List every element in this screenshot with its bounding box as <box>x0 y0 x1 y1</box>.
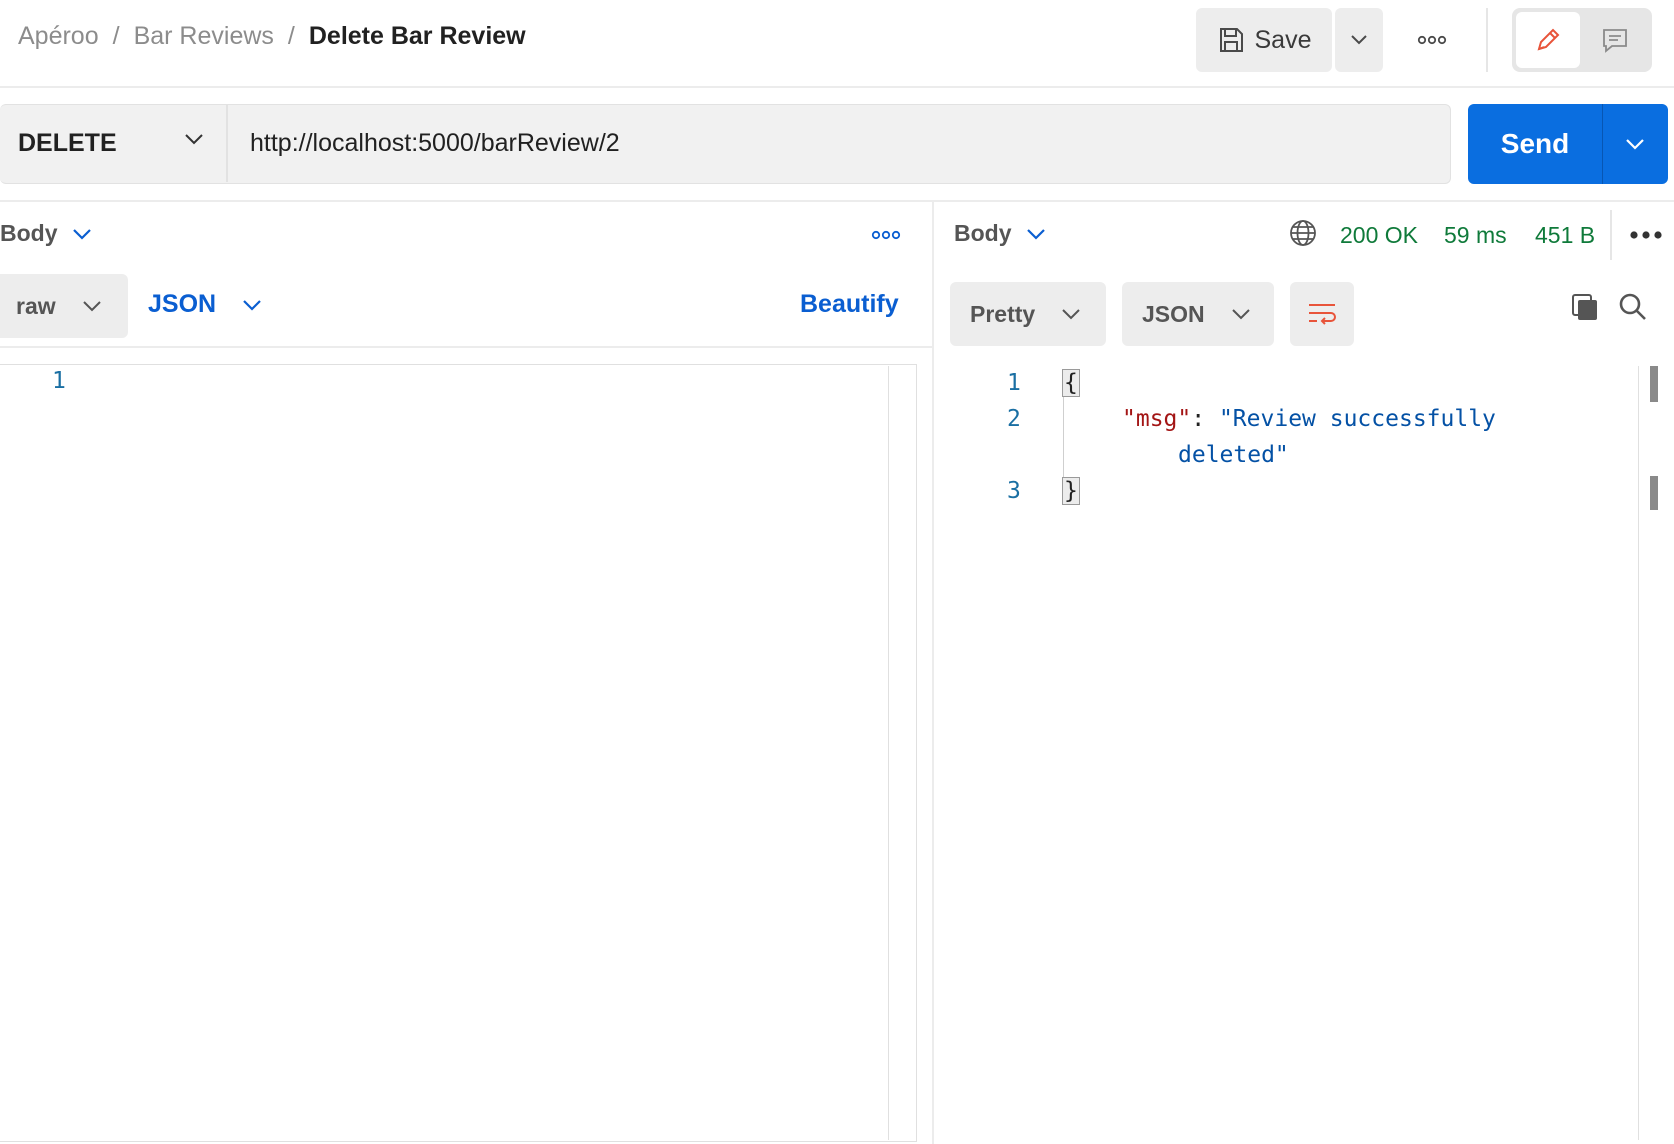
wrap-lines-icon <box>1306 300 1338 328</box>
chevron-down-icon <box>184 132 204 146</box>
request-body-label: Body <box>0 220 58 246</box>
request-body-more-button[interactable] <box>864 220 908 250</box>
chevron-down-icon <box>82 299 102 313</box>
line-number: 1 <box>52 368 66 394</box>
response-more-button[interactable] <box>1628 220 1664 250</box>
chevron-down-icon <box>1061 307 1081 321</box>
json-colon: : <box>1191 406 1219 432</box>
method-select[interactable]: DELETE <box>0 104 226 182</box>
request-body-editor[interactable] <box>0 364 917 1142</box>
breadcrumb-item-workspace[interactable]: Apéroo <box>18 22 99 51</box>
view-mode-select[interactable]: Pretty <box>950 282 1106 346</box>
request-body-dropdown[interactable]: Body <box>0 220 92 247</box>
chevron-down-icon <box>1350 34 1368 46</box>
json-open-brace: { <box>1062 369 1080 397</box>
response-scrollbar[interactable] <box>1638 366 1639 1140</box>
line-number: 1 <box>1007 370 1021 396</box>
json-key: "msg" <box>1122 406 1192 432</box>
more-horizontal-icon <box>1629 230 1663 240</box>
response-size[interactable]: 451 B <box>1535 222 1595 249</box>
line-number: 3 <box>1007 478 1021 504</box>
save-icon <box>1217 26 1245 54</box>
comment-icon <box>1600 25 1630 55</box>
chevron-down-icon <box>1625 137 1645 151</box>
divider <box>0 346 932 348</box>
globe-icon <box>1288 218 1318 248</box>
body-type-label: raw <box>16 292 56 319</box>
search-icon <box>1618 292 1648 322</box>
search-button[interactable] <box>1618 292 1648 322</box>
save-label: Save <box>1254 25 1312 54</box>
copy-icon <box>1570 292 1600 322</box>
pane-divider[interactable] <box>932 200 934 1144</box>
json-close-brace: } <box>1062 477 1080 505</box>
save-dropdown-button[interactable] <box>1335 8 1383 72</box>
json-value-wrapped: deleted" <box>1178 442 1289 468</box>
json-value: "Review successfully <box>1218 406 1496 432</box>
copy-button[interactable] <box>1570 292 1600 322</box>
brace-open: { <box>1062 369 1080 397</box>
chevron-down-icon <box>242 298 262 312</box>
breadcrumb: Apéroo / Bar Reviews / Delete Bar Review <box>18 22 526 51</box>
request-format-label: JSON <box>148 290 217 318</box>
json-line: "msg": "Review successfully <box>1122 406 1496 432</box>
more-horizontal-icon <box>871 230 901 240</box>
breadcrumb-item-collection[interactable]: Bar Reviews <box>134 22 274 51</box>
chevron-down-icon <box>1231 307 1251 321</box>
chevron-down-icon <box>1026 227 1046 241</box>
page-title[interactable]: Delete Bar Review <box>309 22 526 51</box>
chevron-down-icon <box>72 227 92 241</box>
brace-close: } <box>1062 477 1080 505</box>
request-format-select[interactable]: JSON <box>148 290 262 319</box>
more-horizontal-icon <box>1417 35 1447 45</box>
response-format-select[interactable]: JSON <box>1122 282 1274 346</box>
response-time[interactable]: 59 ms <box>1444 222 1507 249</box>
network-info-button[interactable] <box>1288 218 1318 248</box>
scrollbar-marker[interactable] <box>1650 366 1658 402</box>
divider <box>1610 210 1612 260</box>
send-dropdown-button[interactable] <box>1603 104 1667 184</box>
response-format-label: JSON <box>1142 300 1205 327</box>
more-options-button[interactable] <box>1410 20 1454 60</box>
comments-button[interactable] <box>1582 12 1648 68</box>
editor-scrollbar[interactable] <box>888 366 889 1140</box>
divider <box>1486 8 1488 72</box>
view-mode-label: Pretty <box>970 300 1036 327</box>
pencil-icon <box>1533 25 1563 55</box>
response-body-label: Body <box>954 220 1012 246</box>
breadcrumb-separator: / <box>287 22 295 50</box>
response-body-dropdown[interactable]: Body <box>954 220 1046 247</box>
line-number: 2 <box>1007 406 1021 432</box>
divider <box>226 104 228 182</box>
wrap-lines-button[interactable] <box>1290 282 1354 346</box>
save-button[interactable]: Save <box>1196 8 1332 72</box>
method-label: DELETE <box>18 128 117 157</box>
edit-mode-button[interactable] <box>1516 12 1580 68</box>
send-button[interactable]: Send <box>1468 104 1602 184</box>
beautify-button[interactable]: Beautify <box>800 290 899 319</box>
scrollbar-marker[interactable] <box>1650 476 1658 510</box>
breadcrumb-separator: / <box>112 22 120 50</box>
url-input[interactable]: http://localhost:5000/barReview/2 <box>250 104 620 182</box>
body-type-select[interactable]: raw <box>0 274 128 338</box>
divider <box>0 200 1674 202</box>
status-code[interactable]: 200 OK <box>1340 222 1418 249</box>
